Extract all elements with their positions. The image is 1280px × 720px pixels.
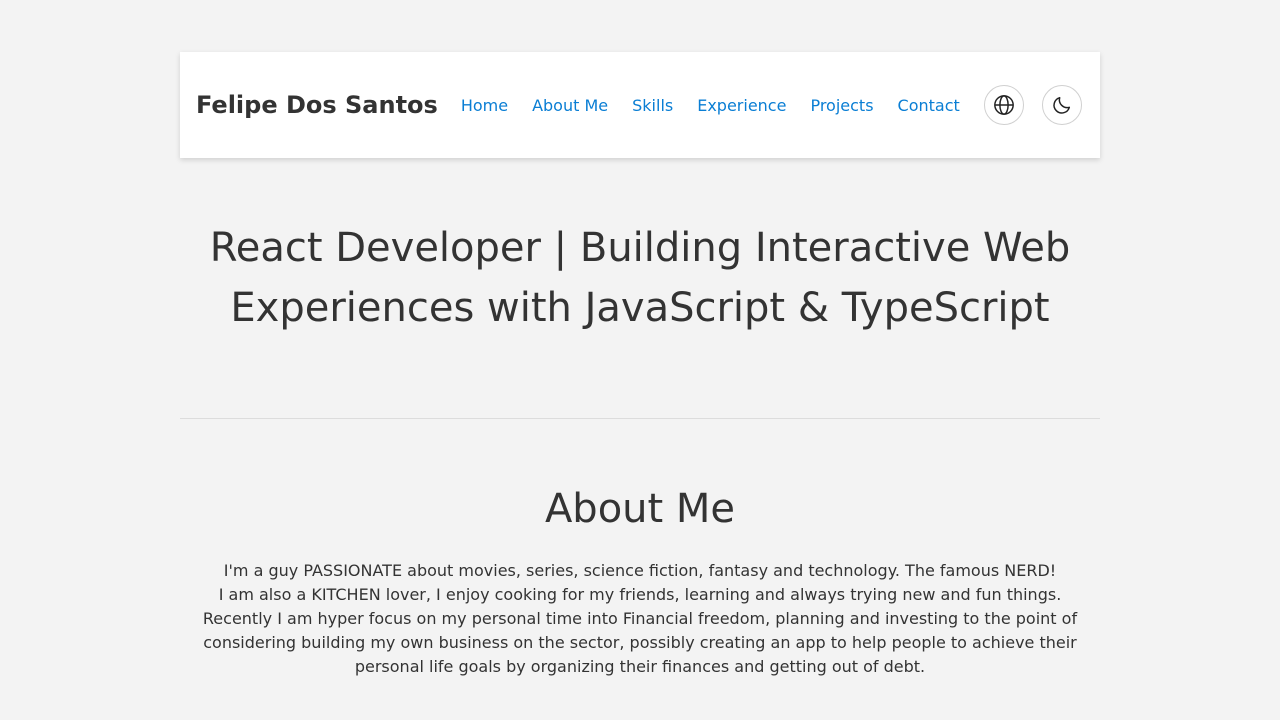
nav-link-about-me[interactable]: About Me	[532, 96, 608, 115]
about-line: I am also a KITCHEN lover, I enjoy cooki…	[218, 585, 1062, 604]
about-text: I'm a guy PASSIONATE about movies, serie…	[180, 559, 1100, 679]
about-section: About Me I'm a guy PASSIONATE about movi…	[180, 419, 1100, 679]
navbar: Felipe Dos Santos Home About Me Skills E…	[180, 52, 1100, 158]
theme-toggle-button[interactable]	[1041, 85, 1082, 125]
moon-icon	[1053, 96, 1070, 114]
nav-buttons	[983, 85, 1082, 125]
about-heading: About Me	[544, 486, 736, 532]
language-button[interactable]	[983, 85, 1024, 125]
hero-title: React Developer | Building Interactive W…	[209, 225, 1071, 331]
nav-link-contact[interactable]: Contact	[898, 96, 960, 115]
page: Felipe Dos Santos Home About Me Skills E…	[180, 0, 1100, 679]
about-line: Recently I am hyper focus on my personal…	[202, 609, 1078, 676]
nav-link-skills[interactable]: Skills	[632, 96, 673, 115]
globe-icon	[993, 95, 1014, 115]
nav-link-experience[interactable]: Experience	[697, 96, 786, 115]
nav-link-projects[interactable]: Projects	[810, 96, 873, 115]
hero-section: React Developer | Building Interactive W…	[180, 158, 1100, 419]
brand-name[interactable]: Felipe Dos Santos	[196, 91, 438, 119]
nav-links: Home About Me Skills Experience Projects…	[461, 96, 984, 115]
about-line: I'm a guy PASSIONATE about movies, serie…	[223, 561, 1057, 580]
nav-link-home[interactable]: Home	[461, 96, 508, 115]
